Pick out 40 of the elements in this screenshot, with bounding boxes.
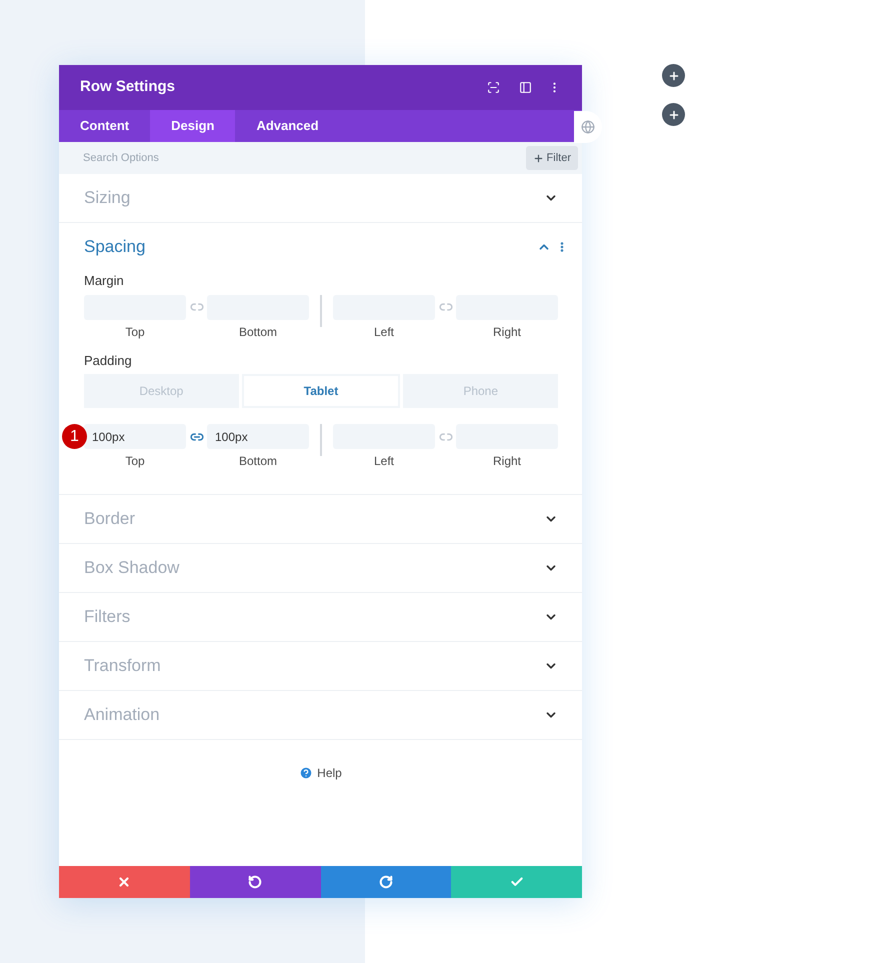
field-label: Top xyxy=(125,324,145,340)
panel-icon[interactable] xyxy=(519,81,532,94)
tab[interactable]: Advanced xyxy=(235,110,340,142)
tab[interactable]: Design xyxy=(150,110,236,142)
search-bar[interactable]: Search Options Filter xyxy=(59,142,582,174)
field-label: Right xyxy=(492,324,521,340)
search-field[interactable]: Search Options xyxy=(83,150,526,166)
plus-icon xyxy=(668,70,680,82)
device-tab[interactable]: Tablet xyxy=(242,374,400,408)
section-title[interactable]: Spacing xyxy=(84,234,537,260)
redo-icon xyxy=(378,875,393,889)
filter-button[interactable]: Filter xyxy=(526,146,578,170)
group-label: Padding xyxy=(84,352,133,370)
focus-icon[interactable] xyxy=(487,81,500,94)
plus-icon xyxy=(532,152,544,164)
field-label: Bottom xyxy=(238,453,277,470)
field-label: Right xyxy=(492,453,521,470)
checkmark-button[interactable] xyxy=(451,866,582,898)
undo-icon xyxy=(248,875,262,889)
section-title[interactable]: Animation xyxy=(84,702,544,728)
section-title[interactable]: Box Shadow xyxy=(84,555,544,581)
section-title[interactable]: Filters xyxy=(84,604,544,630)
field-label: Left xyxy=(374,453,394,470)
field-label: Left xyxy=(374,324,394,340)
group-label: Margin xyxy=(84,272,125,290)
help-icon xyxy=(299,766,314,780)
input-field[interactable]: 100px xyxy=(84,424,186,449)
field-label: Bottom xyxy=(238,324,277,340)
section-title[interactable]: Sizing xyxy=(84,185,544,211)
tab[interactable]: Content xyxy=(59,110,150,142)
globe-icon xyxy=(581,120,595,134)
help-link[interactable]: Help xyxy=(299,764,342,782)
checkmark-icon xyxy=(510,875,524,889)
section-title[interactable]: Border xyxy=(84,506,544,532)
close-icon xyxy=(117,875,132,889)
section-title[interactable]: Transform xyxy=(84,653,544,679)
field-label: Top xyxy=(125,453,145,470)
input-field[interactable]: 100px xyxy=(207,424,309,449)
plus-icon xyxy=(668,108,680,120)
window-title: Row Settings xyxy=(80,77,176,98)
